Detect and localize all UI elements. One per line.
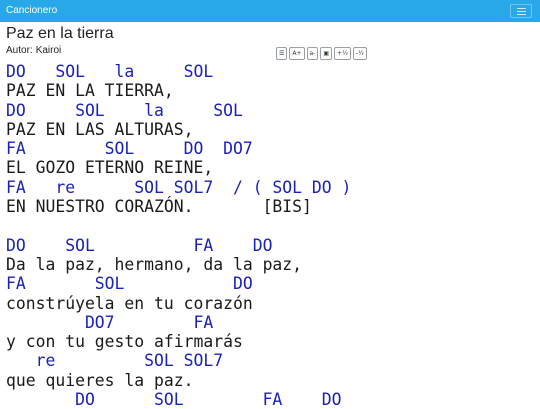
lyric-line: que quieres la paz. bbox=[6, 370, 194, 390]
song-title: Paz en la tierra bbox=[6, 25, 114, 42]
lyric-line: constrúyela en tu corazón bbox=[6, 293, 253, 313]
list-button[interactable]: ☰ bbox=[276, 47, 288, 60]
font-decrease-button[interactable]: a- bbox=[306, 47, 319, 60]
lyric-line: y con tu gesto afirmarás bbox=[6, 332, 243, 352]
chord-line: DO SOL FA DO bbox=[6, 235, 273, 255]
chord-line: re SOL SOL7 bbox=[6, 351, 224, 371]
brand-link[interactable]: Cancionero bbox=[6, 4, 57, 17]
columns-button[interactable]: ▣ bbox=[320, 47, 333, 60]
author-name: Kairoi bbox=[35, 45, 62, 56]
chord-line: FA SOL DO bbox=[6, 274, 253, 294]
lyric-line: EL GOZO ETERNO REINE, bbox=[6, 158, 214, 178]
lyric-line: PAZ EN LAS ALTURAS, bbox=[6, 119, 194, 139]
transpose-up-button[interactable]: +½ bbox=[334, 47, 351, 60]
chord-line: FA SOL DO DO7 bbox=[6, 139, 253, 159]
lyric-line: Da la paz, hermano, da la paz, bbox=[6, 254, 303, 274]
chord-line: FA re SOL SOL7 / ( SOL DO ) bbox=[6, 177, 352, 197]
chord-line: DO SOL FA DO bbox=[6, 390, 342, 409]
chord-line: DO SOL la SOL bbox=[6, 100, 243, 120]
lyric-line: PAZ EN LA TIERRA, bbox=[6, 81, 174, 101]
hamburger-menu-icon[interactable] bbox=[510, 4, 532, 18]
chord-line: DO SOL la SOL bbox=[6, 62, 214, 81]
chord-line: DO7 FA bbox=[6, 312, 214, 332]
transpose-down-button[interactable]: -½ bbox=[352, 47, 367, 60]
font-increase-button[interactable]: A+ bbox=[289, 47, 305, 60]
song-body: DO SOL la SOL PAZ EN LA TIERRA, DO SOL la … bbox=[6, 62, 540, 409]
author-line: Autor: Kairoi bbox=[6, 45, 61, 57]
navbar: Cancionero bbox=[0, 0, 540, 22]
song-toolbar: ☰ A+ a- ▣ +½ -½ bbox=[276, 47, 367, 61]
lyric-line: EN NUESTRO CORAZÓN. [BIS] bbox=[6, 197, 312, 217]
author-label: Autor: bbox=[6, 45, 33, 56]
